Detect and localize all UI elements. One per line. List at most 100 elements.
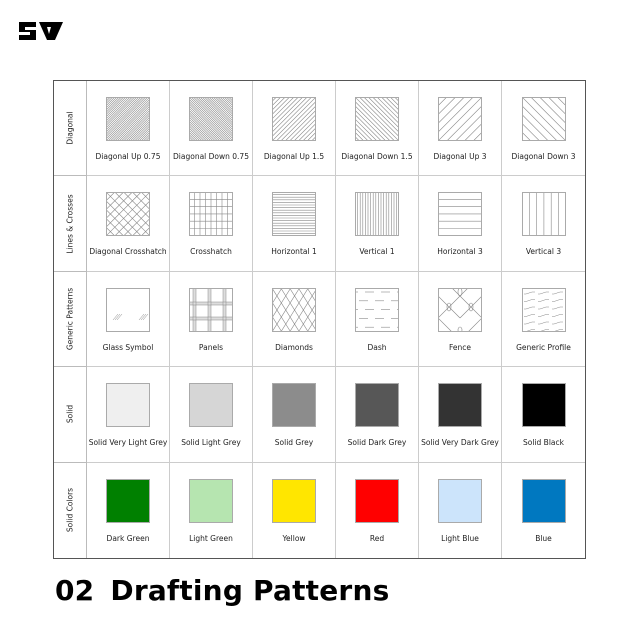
row-label-diagonal: Diagonal: [54, 81, 87, 177]
diagonal-crosshatch-swatch-icon: [106, 192, 150, 237]
dash-swatch-icon: [355, 287, 399, 332]
pattern-cell-solid-dark-grey: Solid Dark Grey: [336, 367, 419, 463]
pattern-name: Solid Light Grey: [181, 438, 241, 448]
pattern-name: Solid Grey: [274, 438, 314, 448]
pattern-cell-horizontal-1: Horizontal 1: [253, 176, 336, 272]
solid-very-dark-grey-swatch-icon: [438, 383, 482, 428]
panels-swatch-icon: [189, 287, 233, 332]
blue-swatch-icon: [521, 478, 566, 523]
pattern-name: Blue: [535, 533, 552, 543]
crosshatch-swatch-icon: [189, 192, 233, 237]
pattern-cell-solid-grey: Solid Grey: [253, 367, 336, 463]
pattern-cell-red: Red: [336, 462, 419, 558]
pattern-cell-fence: Fence: [419, 271, 502, 368]
pattern-name: Glass Symbol: [102, 342, 154, 352]
section-number: 02: [55, 574, 95, 607]
horizontal-3-swatch-icon: [438, 192, 482, 237]
pattern-cell-panels: Panels: [170, 271, 253, 368]
light-green-swatch-icon: [189, 478, 233, 523]
solid-black-swatch-icon: [521, 383, 566, 428]
pattern-name: Diamonds: [275, 342, 313, 352]
vertical-1-swatch-icon: [355, 192, 399, 237]
pattern-name: Solid Dark Grey: [347, 438, 407, 448]
pattern-name: Generic Profile: [516, 342, 571, 352]
pattern-name: Diagonal Up 3: [433, 152, 487, 161]
row-label-text: Lines & Crosses: [65, 193, 75, 254]
pattern-name: Diagonal Up 1.5: [263, 152, 325, 161]
sa-logo-icon: [17, 18, 65, 44]
pattern-cell-dash: Dash: [336, 271, 419, 368]
pattern-name: Diagonal Up 0.75: [95, 152, 161, 161]
pattern-name: Diagonal Down 1.5: [341, 152, 413, 161]
light-blue-swatch-icon: [438, 478, 482, 523]
red-swatch-icon: [355, 478, 399, 523]
pattern-name: Crosshatch: [190, 247, 232, 257]
pattern-name: Solid Very Dark Grey: [421, 438, 499, 448]
page-title: 02 Drafting Patterns: [55, 574, 389, 607]
pattern-cell-solid-very-dark-grey: Solid Very Dark Grey: [419, 367, 502, 463]
pattern-cell-yellow: Yellow: [253, 462, 336, 558]
pattern-name: Light Blue: [441, 533, 479, 543]
pattern-name: Dash: [367, 342, 387, 352]
pattern-name: Diagonal Down 3: [511, 152, 576, 161]
diamonds-swatch-icon: [272, 287, 316, 332]
pattern-cell-solid-black: Solid Black: [502, 367, 585, 463]
pattern-cell-dark-green: Dark Green: [87, 462, 170, 558]
diagonal-up-1-5-swatch-icon: [272, 97, 316, 141]
pattern-cell-diamonds: Diamonds: [253, 271, 336, 368]
solid-light-grey-swatch-icon: [189, 383, 233, 428]
pattern-cell-solid-very-light-grey: Solid Very Light Grey: [87, 367, 170, 463]
pattern-name: Solid Black: [523, 438, 564, 448]
pattern-cell-glass-symbol: Glass Symbol: [87, 271, 170, 368]
row-label-text: Diagonal: [65, 111, 75, 145]
pattern-name: Horizontal 3: [437, 247, 483, 257]
diagonal-down-1-5-swatch-icon: [355, 97, 399, 141]
row-label-text: Solid Colors: [65, 488, 75, 533]
pattern-name: Horizontal 1: [271, 247, 317, 257]
section-title: Drafting Patterns: [110, 574, 390, 607]
pattern-cell-light-blue: Light Blue: [419, 462, 502, 558]
pattern-name: Dark Green: [106, 533, 150, 543]
yellow-swatch-icon: [272, 478, 316, 523]
pattern-cell-diagonal-down-3: Diagonal Down 3: [502, 81, 585, 177]
pattern-name: Diagonal Down 0.75: [173, 152, 249, 161]
pattern-table: Diagonal Diagonal Up 0.75 Diagonal Down …: [53, 80, 586, 559]
row-label-text: Generic Patterns: [65, 287, 75, 351]
pattern-name: Panels: [198, 342, 224, 352]
pattern-name: Vertical 3: [525, 247, 562, 257]
diagonal-down-0-75-swatch-icon: [189, 97, 233, 141]
solid-dark-grey-swatch-icon: [355, 383, 399, 428]
solid-very-light-grey-swatch-icon: [106, 383, 150, 428]
pattern-name: Yellow: [282, 533, 306, 543]
diagonal-up-0-75-swatch-icon: [106, 97, 150, 141]
pattern-cell-diagonal-up-0-75: Diagonal Up 0.75: [87, 81, 170, 177]
glass-symbol-swatch-icon: [106, 287, 150, 332]
row-label-text: Solid: [65, 405, 75, 424]
solid-grey-swatch-icon: [272, 383, 316, 428]
pattern-cell-generic-profile: Generic Profile: [502, 272, 585, 368]
pattern-name: Fence: [448, 342, 471, 352]
pattern-name: Light Green: [189, 533, 233, 543]
pattern-cell-light-green: Light Green: [170, 462, 253, 558]
row-label-solid: Solid: [54, 367, 87, 463]
pattern-cell-vertical-1: Vertical 1: [336, 176, 419, 272]
pattern-cell-vertical-3: Vertical 3: [502, 176, 585, 272]
generic-profile-swatch-icon: [521, 287, 566, 332]
pattern-cell-crosshatch: Crosshatch: [170, 176, 253, 272]
row-label-lines-and-crosses: Lines & Crosses: [54, 176, 87, 272]
dark-green-swatch-icon: [106, 478, 150, 523]
row-label-solid-colors: Solid Colors: [54, 462, 87, 558]
pattern-name: Red: [369, 533, 385, 543]
pattern-cell-diagonal-up-3: Diagonal Up 3: [419, 81, 502, 177]
diagonal-up-3-swatch-icon: [438, 97, 482, 141]
horizontal-1-swatch-icon: [272, 192, 316, 237]
pattern-cell-diagonal-down-1-5: Diagonal Down 1.5: [336, 81, 419, 177]
row-label-generic-patterns: Generic Patterns: [54, 271, 87, 368]
pattern-cell-blue: Blue: [502, 463, 585, 558]
pattern-cell-diagonal-up-1-5: Diagonal Up 1.5: [253, 81, 336, 177]
fence-swatch-icon: [438, 287, 482, 332]
vertical-3-swatch-icon: [521, 192, 566, 237]
pattern-name: Solid Very Light Grey: [88, 438, 168, 448]
pattern-name: Vertical 1: [359, 247, 395, 257]
pattern-cell-solid-light-grey: Solid Light Grey: [170, 367, 253, 463]
